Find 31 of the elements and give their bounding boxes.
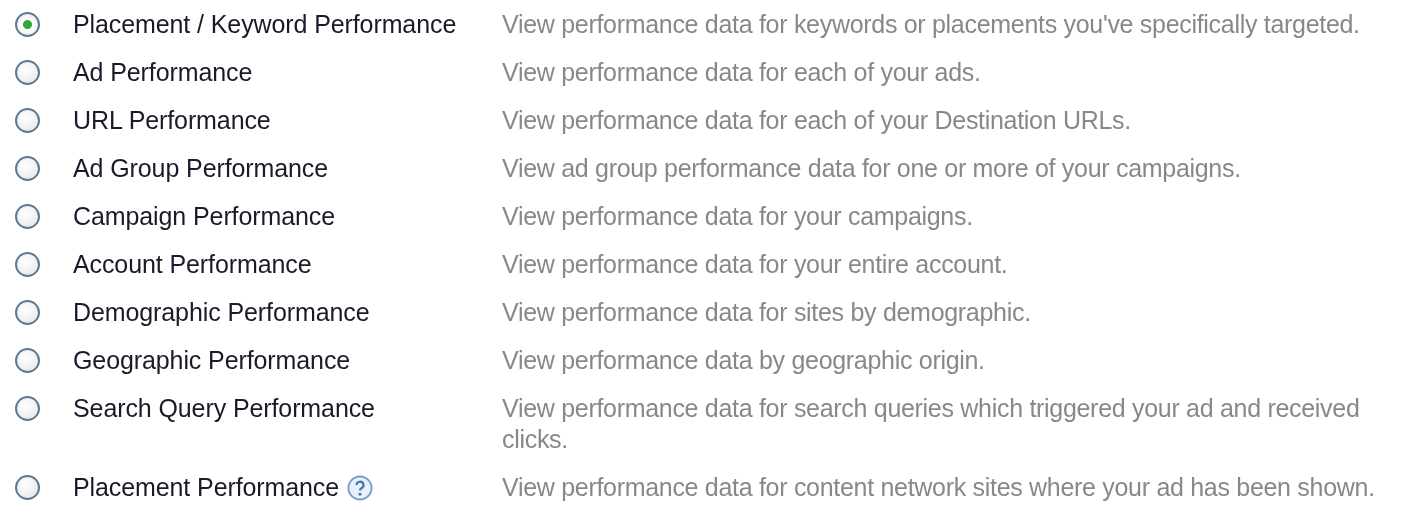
radio-button[interactable] bbox=[15, 12, 40, 37]
help-icon[interactable] bbox=[347, 474, 374, 501]
report-type-label[interactable]: Geographic Performance bbox=[73, 345, 351, 376]
report-description: View performance data for each of your ads. bbox=[502, 57, 982, 88]
radio-button[interactable] bbox=[15, 60, 40, 85]
radio-button[interactable] bbox=[15, 108, 40, 133]
report-type-label[interactable]: URL Performance bbox=[73, 105, 271, 136]
radio-button[interactable] bbox=[15, 475, 40, 500]
report-description: View ad group performance data for one or more of your campaigns. bbox=[502, 153, 1242, 184]
report-description: View performance data for content network sites where your ad has been shown. bbox=[502, 472, 1376, 503]
report-type-label[interactable]: Ad Group Performance bbox=[73, 153, 329, 184]
radio-button[interactable] bbox=[15, 348, 40, 373]
report-description: View performance data for search queries which triggered your ad and received clicks. bbox=[502, 393, 1361, 455]
report-description: View performance data for your entire account. bbox=[502, 249, 1009, 280]
radio-button[interactable] bbox=[15, 252, 40, 277]
report-type-label[interactable]: Ad Performance bbox=[73, 57, 253, 88]
report-description: View performance data by geographic origin. bbox=[502, 345, 986, 376]
report-description: View performance data for each of your Destination URLs. bbox=[502, 105, 1132, 136]
report-type-label[interactable]: Account Performance bbox=[73, 249, 312, 280]
report-description: View performance data for keywords or placements you've specifically targeted. bbox=[502, 9, 1361, 40]
report-type-label[interactable]: Search Query Performance bbox=[73, 393, 375, 424]
radio-button[interactable] bbox=[15, 204, 40, 229]
report-description: View performance data for sites by demographic. bbox=[502, 297, 1032, 328]
report-type-label[interactable]: Placement / Keyword Performance bbox=[73, 9, 457, 40]
report-type-label[interactable]: Campaign Performance bbox=[73, 201, 335, 232]
radio-button[interactable] bbox=[15, 300, 40, 325]
radio-button[interactable] bbox=[15, 156, 40, 181]
radio-button[interactable] bbox=[15, 396, 40, 421]
report-type-label[interactable]: Placement Performance bbox=[73, 472, 340, 503]
report-description: View performance data for your campaigns. bbox=[502, 201, 974, 232]
report-type-label[interactable]: Demographic Performance bbox=[73, 297, 370, 328]
